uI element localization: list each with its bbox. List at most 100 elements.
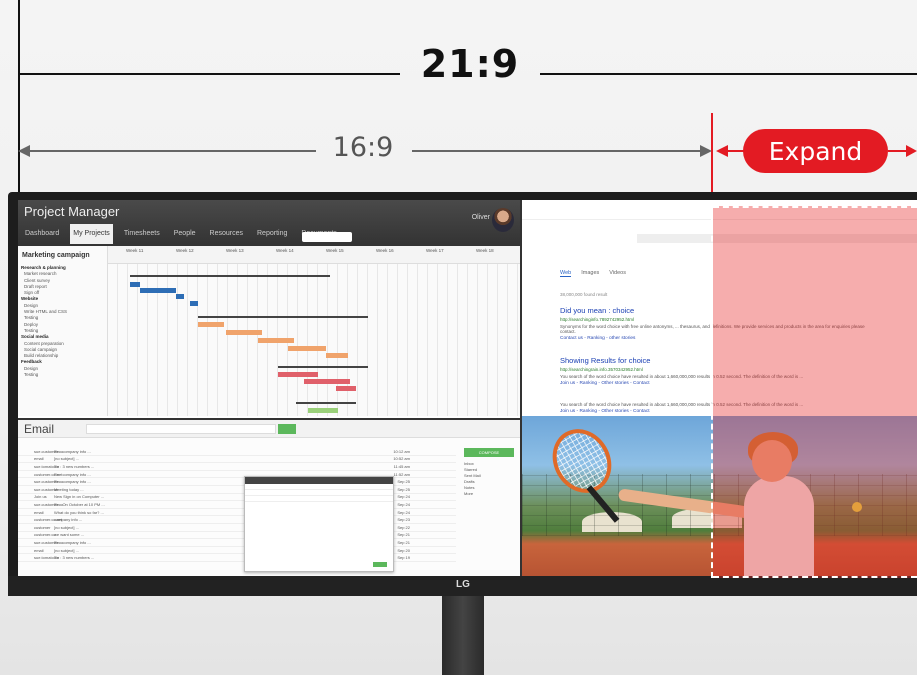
gantt-chart: Week 11 Week 12 Week 13 Week 14 Week 15 Week … [108, 246, 520, 416]
ratio-16-9-line-left [28, 150, 316, 152]
week-label: Week 11 [126, 248, 144, 253]
email-title: Email [24, 422, 55, 436]
email-from: email [34, 456, 44, 462]
gantt-bar[interactable] [304, 379, 350, 384]
compose-popup-titlebar [245, 477, 393, 484]
gantt-bar[interactable] [198, 316, 368, 318]
tab-web[interactable]: Web [560, 270, 572, 277]
compose-body[interactable] [245, 496, 393, 502]
week-label: Week 15 [326, 248, 344, 253]
project-manager-nav: Dashboard My Projects Timesheets People … [18, 224, 340, 244]
gantt-bar[interactable] [176, 294, 184, 299]
email-from: sue.customer.co [34, 539, 64, 545]
tab-videos[interactable]: Videos [609, 270, 626, 277]
email-subject: Re : 3 new numbers ... [54, 463, 95, 469]
email-search-input[interactable] [86, 424, 276, 434]
gantt-bar[interactable] [336, 386, 356, 391]
email-header: Email [18, 420, 520, 438]
gantt-bar[interactable] [130, 282, 140, 287]
task-row[interactable]: Testing [18, 372, 107, 378]
email-subject: [no subject] ... [54, 456, 79, 462]
ratio-16-9-line-right [412, 150, 702, 152]
project-search-input[interactable] [302, 232, 352, 242]
email-row[interactable]: email [no subject] ... 10:52 am [18, 456, 456, 464]
week-label: Week 12 [176, 248, 194, 253]
nav-my-projects[interactable]: My Projects [70, 224, 113, 244]
result-count: 38,000,000 found result [560, 292, 608, 297]
email-subject: Re : company info ... [54, 448, 91, 454]
email-date: 10:52 am [393, 456, 410, 462]
expand-arrow-right-icon [906, 145, 917, 157]
email-from: sue.tomato.co [34, 463, 60, 469]
monitor-stand [442, 596, 484, 675]
gantt-bar[interactable] [140, 288, 176, 293]
email-from: email [34, 547, 44, 553]
ratio-16-9-label: 16:9 [332, 132, 394, 163]
gantt-bar[interactable] [278, 372, 318, 377]
expand-line-right [888, 150, 908, 152]
folder-more[interactable]: More [464, 491, 514, 497]
avatar[interactable] [492, 208, 514, 232]
compose-popup [244, 476, 394, 572]
email-from: customer.co [34, 532, 56, 538]
email-date: 10:12 am [393, 448, 410, 454]
email-from: email [34, 509, 44, 515]
gantt-bar[interactable] [326, 353, 348, 358]
email-sidebar: COMPOSE Inbox Starred Sent Mail Drafts N… [464, 448, 514, 578]
task-list: Marketing campaign Research & planning Ma… [18, 246, 108, 416]
nav-timesheets[interactable]: Timesheets [121, 224, 163, 244]
search-tabs: Web Images Videos [560, 270, 626, 277]
email-from: sue.customer [34, 486, 59, 492]
gantt-bar[interactable] [258, 338, 294, 343]
email-from: customer [34, 524, 51, 530]
email-date: 11:45 am [393, 463, 410, 469]
search-icon[interactable] [278, 424, 296, 434]
expand-area-border [713, 576, 917, 578]
gantt-bar[interactable] [130, 275, 330, 277]
gantt-bar[interactable] [190, 301, 198, 306]
week-label: Week 18 [476, 248, 494, 253]
week-label: Week 16 [376, 248, 394, 253]
email-from: Join us [34, 494, 47, 500]
gantt-bar[interactable] [278, 366, 368, 368]
email-row[interactable]: sue.customer.co Re : company info ... 10:1… [18, 448, 456, 456]
gantt-header: Week 11 Week 12 Week 13 Week 14 Week 15 Week … [108, 246, 520, 264]
ratio-21-9-line-right [540, 73, 917, 75]
gantt-bar[interactable] [226, 330, 262, 335]
expand-line-left [726, 150, 744, 152]
left-boundary-line [18, 0, 20, 200]
email-from: sue.customer.co [34, 501, 64, 507]
email-window: Email sue.customer.co Re : company info .… [18, 418, 520, 580]
nav-resources[interactable]: Resources [207, 224, 246, 244]
week-label: Week 13 [226, 248, 244, 253]
compose-button[interactable]: COMPOSE [464, 448, 514, 457]
expand-area-border [711, 206, 713, 578]
gantt-bar[interactable] [198, 322, 224, 327]
expand-badge: Expand [743, 129, 888, 173]
expand-area-overlay [713, 206, 917, 578]
email-from: sue.customer.co [34, 479, 64, 485]
user-name: Oliver [471, 214, 490, 221]
project-manager-window: Project Manager Dashboard My Projects Ti… [18, 200, 520, 416]
email-from: customer.co.net [34, 517, 63, 523]
brand-logo: LG [456, 579, 470, 590]
nav-people[interactable]: People [171, 224, 199, 244]
send-button[interactable] [373, 562, 387, 567]
task-list-title: Marketing campaign [22, 252, 90, 259]
tab-images[interactable]: Images [581, 270, 599, 277]
email-row[interactable]: sue.tomato.co Re : 3 new numbers ... 11:45… [18, 463, 456, 471]
email-from: customer.co.net [34, 471, 63, 477]
email-from: sue.tomato.co [34, 555, 60, 561]
nav-dashboard[interactable]: Dashboard [22, 224, 62, 244]
week-label: Week 14 [276, 248, 294, 253]
expand-area-border [713, 206, 917, 208]
project-manager-title: Project Manager [24, 204, 120, 219]
ratio-21-9-label: 21:9 [420, 42, 520, 86]
gantt-bar[interactable] [308, 408, 338, 413]
project-manager-header: Project Manager Dashboard My Projects Ti… [18, 200, 520, 246]
project-body: Marketing campaign Research & planning Ma… [18, 246, 520, 416]
gantt-bar[interactable] [296, 402, 356, 404]
week-label: Week 17 [426, 248, 444, 253]
nav-reporting[interactable]: Reporting [254, 224, 290, 244]
gantt-bar[interactable] [288, 346, 326, 351]
